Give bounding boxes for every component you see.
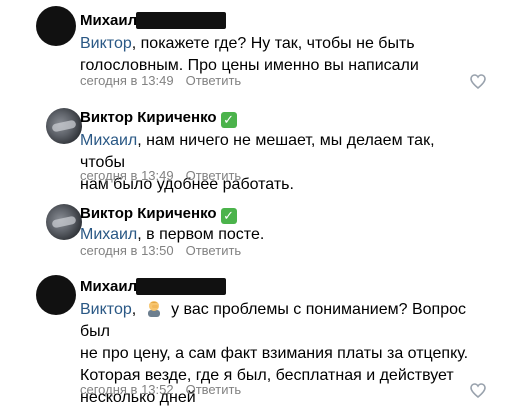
comment-text: Виктор, покажете где? Ну так, чтобы не б… — [80, 35, 419, 74]
avatar-redacted[interactable] — [36, 275, 76, 315]
avatar[interactable] — [46, 108, 82, 144]
timestamp[interactable]: сегодня в 13:50 — [80, 243, 174, 258]
comment-meta: сегодня в 13:52 Ответить — [80, 382, 241, 397]
comment-author[interactable]: Виктор Кириченко ✓ — [80, 205, 237, 224]
comment-author[interactable]: Михаил — [80, 278, 137, 295]
comment-meta: сегодня в 13:50 Ответить — [80, 243, 241, 258]
heart-outline-icon[interactable] — [470, 74, 486, 89]
avatar[interactable] — [46, 204, 82, 240]
comment-author[interactable]: Виктор Кириченко ✓ — [80, 109, 237, 128]
comment-author[interactable]: Михаил — [80, 12, 137, 29]
comment-3: Виктор Кириченко ✓ Михаил, в первом посте… — [0, 198, 517, 268]
comment-2: Виктор Кириченко ✓ Михаил, нам ничего не … — [0, 100, 517, 195]
comment-meta: сегодня в 13:49 Ответить — [80, 168, 241, 183]
mention-link[interactable]: Виктор — [80, 301, 132, 318]
comment-4: Михаил Виктор, у вас проблемы с понимани… — [0, 268, 517, 410]
timestamp[interactable]: сегодня в 13:49 — [80, 73, 174, 88]
mention-link[interactable]: Михаил — [80, 132, 137, 149]
reply-button[interactable]: Ответить — [186, 243, 242, 258]
comment-meta: сегодня в 13:49 Ответить — [80, 73, 241, 88]
reply-button[interactable]: Ответить — [186, 73, 242, 88]
mention-link[interactable]: Виктор — [80, 35, 132, 52]
avatar-redacted[interactable] — [36, 6, 76, 46]
timestamp[interactable]: сегодня в 13:49 — [80, 168, 174, 183]
verified-check-icon: ✓ — [220, 112, 237, 128]
redacted-surname — [136, 278, 226, 295]
comment-1: Михаил Виктор, покажете где? Ну так, что… — [0, 0, 517, 95]
reply-button[interactable]: Ответить — [186, 168, 242, 183]
comment-text: Михаил, нам ничего не мешает, мы делаем … — [80, 132, 435, 193]
timestamp[interactable]: сегодня в 13:52 — [80, 382, 174, 397]
heart-outline-icon[interactable] — [470, 383, 486, 398]
redacted-surname — [136, 12, 226, 29]
man-facepalming-emoji — [147, 301, 160, 317]
verified-check-icon: ✓ — [220, 208, 237, 224]
mention-link[interactable]: Михаил — [80, 226, 137, 243]
reply-button[interactable]: Ответить — [186, 382, 242, 397]
